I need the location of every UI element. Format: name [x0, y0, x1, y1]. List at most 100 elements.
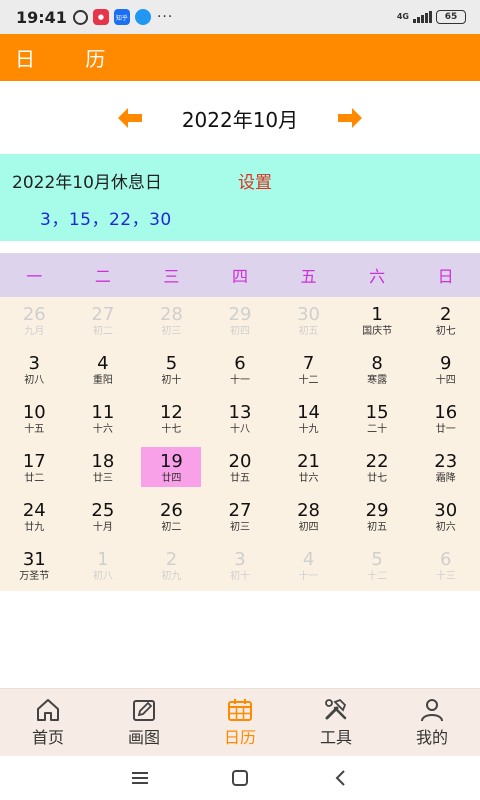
calendar-day-cell[interactable]: 26 初二 [137, 493, 206, 542]
calendar-day-cell[interactable]: 16 廿一 [411, 395, 480, 444]
calendar-day-cell[interactable]: 30 初五 [274, 297, 343, 346]
calendar-day-cell[interactable]: 2 初七 [411, 297, 480, 346]
status-bar: 19:41 ● 知乎 ··· 4G 65 [0, 0, 480, 34]
nav-label-draw: 画图 [127, 727, 160, 747]
calendar-day-cell[interactable]: 31 万圣节 [0, 542, 69, 591]
calendar-day-cell[interactable]: 12 十七 [137, 395, 206, 444]
calendar-day-cell[interactable]: 14 十九 [274, 395, 343, 444]
back-chevron-icon [335, 770, 345, 786]
day-lunar-label: 廿五 [229, 473, 250, 484]
holiday-title: 2022年10月休息日 [12, 173, 162, 193]
calendar-day-cell[interactable]: 17 廿二 [0, 444, 69, 493]
menu-icon [132, 772, 148, 784]
signal-icon [413, 11, 432, 23]
day-lunar-label: 霜降 [435, 473, 456, 484]
calendar-day-cell[interactable]: 28 初三 [137, 297, 206, 346]
holiday-days: 3，15，22，30 [40, 210, 172, 230]
calendar-day-cell[interactable]: 10 十五 [0, 395, 69, 444]
alarm-icon [72, 9, 88, 25]
day-lunar-label: 初六 [435, 522, 456, 533]
calendar-day-cell[interactable]: 3 初八 [0, 346, 69, 395]
calendar-day-cell[interactable]: 6 十一 [206, 346, 275, 395]
home-button[interactable] [220, 763, 260, 793]
weekday-wed: 三 [163, 267, 180, 286]
next-month-arrow-icon[interactable] [338, 108, 363, 128]
day-lunar-label: 廿二 [24, 473, 45, 484]
calendar-day-cell[interactable]: 15 二十 [343, 395, 412, 444]
day-number: 28 [159, 304, 183, 325]
nav-item-tools[interactable]: 工具 [288, 689, 384, 756]
nav-item-calendar[interactable]: 日历 [192, 689, 288, 756]
nav-item-draw[interactable]: 画图 [96, 689, 192, 756]
calendar-day-cell[interactable]: 9 十四 [411, 346, 480, 395]
calendar-day-cell[interactable]: 11 十六 [69, 395, 138, 444]
calendar-day-cell[interactable]: 1 国庆节 [343, 297, 412, 346]
calendar-day-cell[interactable]: 5 初十 [137, 346, 206, 395]
calendar-day-cell[interactable]: 29 初四 [206, 297, 275, 346]
calendar-day-cell[interactable]: 23 霜降 [411, 444, 480, 493]
calendar-day-cell[interactable]: 13 十八 [206, 395, 275, 444]
calendar-day-cell[interactable]: 2 初九 [137, 542, 206, 591]
day-number: 8 [371, 353, 383, 374]
day-lunar-label: 十九 [298, 424, 319, 435]
day-lunar-label: 初九 [161, 571, 182, 582]
nav-item-mine[interactable]: 我的 [384, 689, 480, 756]
day-lunar-label: 二十 [367, 424, 388, 435]
calendar-day-cell[interactable]: 27 初二 [69, 297, 138, 346]
bottom-navigation: 首页 画图 日历 工具 我的 [0, 688, 480, 756]
calendar-day-cell[interactable]: 4 重阳 [69, 346, 138, 395]
calendar-icon [228, 698, 252, 721]
day-lunar-label: 九月 [24, 326, 45, 337]
calendar-day-cell[interactable]: 4 十一 [274, 542, 343, 591]
weekday-header: 一 二 三 四 五 六 日 [0, 253, 480, 297]
calendar-day-cell[interactable]: 18 廿三 [69, 444, 138, 493]
calendar-day-cell[interactable]: 21 廿六 [274, 444, 343, 493]
day-number: 17 [22, 451, 46, 472]
day-number: 24 [22, 500, 46, 521]
day-number: 2 [439, 304, 452, 325]
day-number: 9 [439, 353, 452, 374]
prev-month-arrow-icon[interactable] [117, 108, 142, 128]
day-number: 11 [91, 402, 115, 423]
calendar-day-cell[interactable]: 30 初六 [411, 493, 480, 542]
calendar-day-cell[interactable]: 25 十月 [69, 493, 138, 542]
calendar-day-cell[interactable]: 22 廿七 [343, 444, 412, 493]
day-number: 13 [228, 402, 252, 423]
day-number: 16 [434, 402, 458, 423]
menu-button[interactable] [120, 763, 160, 793]
weekday-fri: 五 [300, 267, 317, 286]
day-lunar-label: 初七 [435, 326, 456, 337]
nav-label-mine: 我的 [415, 727, 448, 747]
day-number: 7 [302, 353, 315, 374]
calendar-day-cell[interactable]: 6 十三 [411, 542, 480, 591]
calendar-day-cell[interactable]: 1 初八 [69, 542, 138, 591]
day-lunar-label: 初五 [367, 522, 388, 533]
day-lunar-label: 十二 [298, 375, 319, 386]
nav-label-tools: 工具 [319, 727, 352, 747]
day-lunar-label: 初二 [161, 522, 182, 533]
calendar-day-cell[interactable]: 8 寒露 [343, 346, 412, 395]
calendar-day-cell[interactable]: 28 初四 [274, 493, 343, 542]
more-notifications-icon: ··· [156, 9, 174, 25]
day-number: 14 [297, 402, 321, 423]
calendar-day-cell[interactable]: 7 十二 [274, 346, 343, 395]
calendar-day-cell[interactable]: 5 十二 [343, 542, 412, 591]
calendar-day-cell[interactable]: 24 廿九 [0, 493, 69, 542]
calendar-day-cell[interactable]: 29 初五 [343, 493, 412, 542]
message-bubble-icon [134, 9, 151, 25]
holiday-setting-button[interactable]: 设置 [238, 168, 272, 193]
calendar-day-cell[interactable]: 3 初十 [206, 542, 275, 591]
calendar-grid: 26 九月 27 初二 28 初三 29 初四 30 初五 1 国庆节 2 初七 3 初八 4 重阳 5 初十 6 十一 7… [0, 297, 480, 591]
calendar-day-cell[interactable]: 27 初三 [206, 493, 275, 542]
month-navigation: 2022年10月 [0, 98, 480, 138]
calendar-day-cell[interactable]: 26 九月 [0, 297, 69, 346]
day-number: 29 [365, 500, 389, 521]
page-title: 日 历 [15, 47, 128, 71]
system-navigation-bar [0, 756, 480, 800]
calendar-day-cell[interactable]: 20 廿五 [206, 444, 275, 493]
day-lunar-label: 廿一 [435, 424, 456, 435]
day-lunar-label: 廿三 [92, 473, 113, 484]
back-button[interactable] [320, 763, 360, 793]
nav-item-home[interactable]: 首页 [0, 689, 96, 756]
calendar-day-cell[interactable]: 19 廿四 [137, 444, 206, 493]
